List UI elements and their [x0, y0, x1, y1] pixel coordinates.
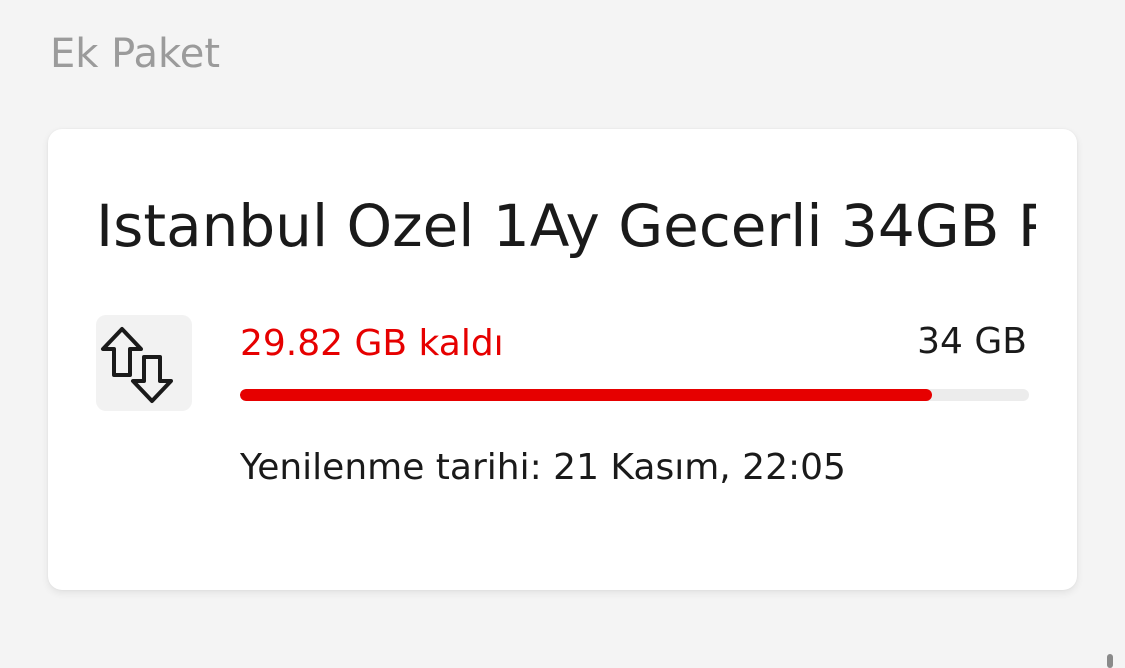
- renewal-date: Yenilenme tarihi: 21 Kasım, 22:05: [240, 447, 846, 488]
- usage-progress-bar: [240, 389, 1029, 401]
- data-transfer-arrows-icon: [96, 315, 192, 411]
- package-card[interactable]: Istanbul Ozel 1Ay Gecerli 34GB P... 29.8…: [48, 129, 1077, 590]
- usage-progress-fill: [240, 389, 933, 401]
- remaining-amount: 29.82 GB kaldı: [240, 323, 504, 364]
- total-amount: 34 GB: [917, 321, 1027, 362]
- section-title: Ek Paket: [50, 31, 221, 77]
- package-name: Istanbul Ozel 1Ay Gecerli 34GB P...: [96, 192, 1036, 260]
- scrollbar[interactable]: [1107, 654, 1113, 668]
